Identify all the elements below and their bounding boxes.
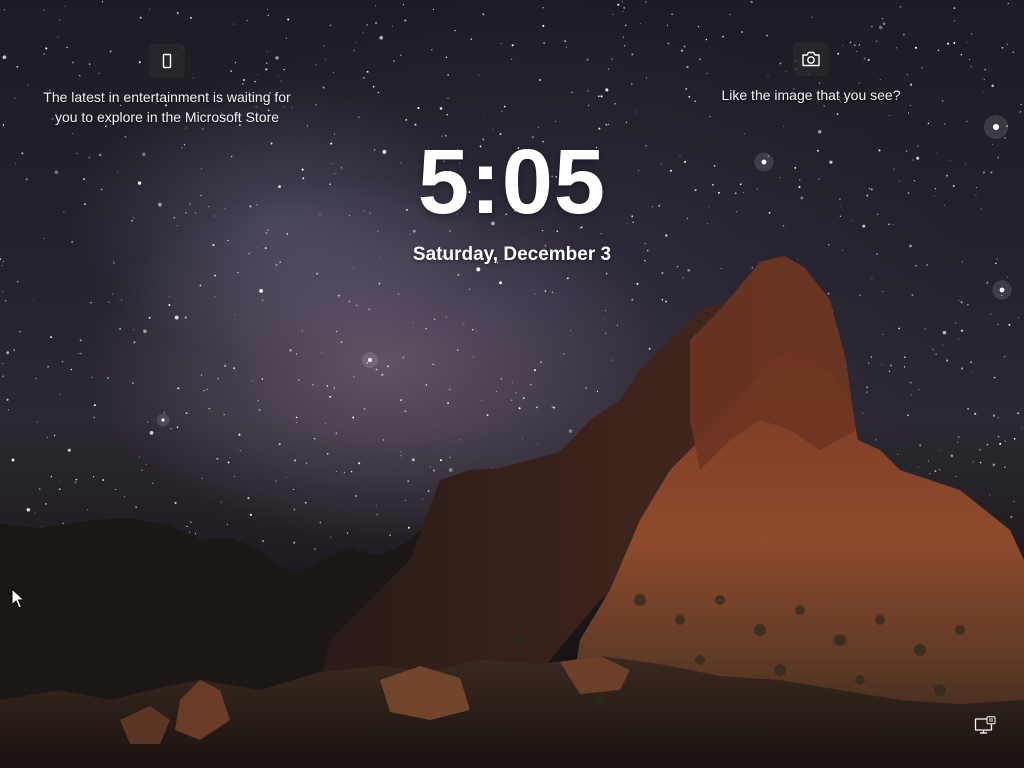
camera-icon [802, 51, 820, 67]
spotlight-promo-button[interactable] [149, 44, 185, 78]
mouse-pointer-icon [11, 588, 25, 609]
lock-clock-date: Saturday, December 3 [412, 244, 612, 265]
phone-icon [162, 53, 172, 69]
network-icon [974, 716, 996, 734]
network-status-button[interactable] [974, 716, 996, 736]
lock-clock-time: 5:05 [417, 131, 607, 233]
spotlight-image-feedback[interactable]: Like the image that you see? [700, 42, 922, 106]
spotlight-camera-button[interactable] [793, 42, 829, 76]
spotlight-store-promo[interactable]: The latest in entertainment is waiting f… [36, 44, 298, 127]
spotlight-promo-text[interactable]: The latest in entertainment is waiting f… [36, 88, 298, 127]
spotlight-feedback-text[interactable]: Like the image that you see? [700, 86, 922, 106]
lock-screen[interactable]: The latest in entertainment is waiting f… [0, 0, 1024, 768]
